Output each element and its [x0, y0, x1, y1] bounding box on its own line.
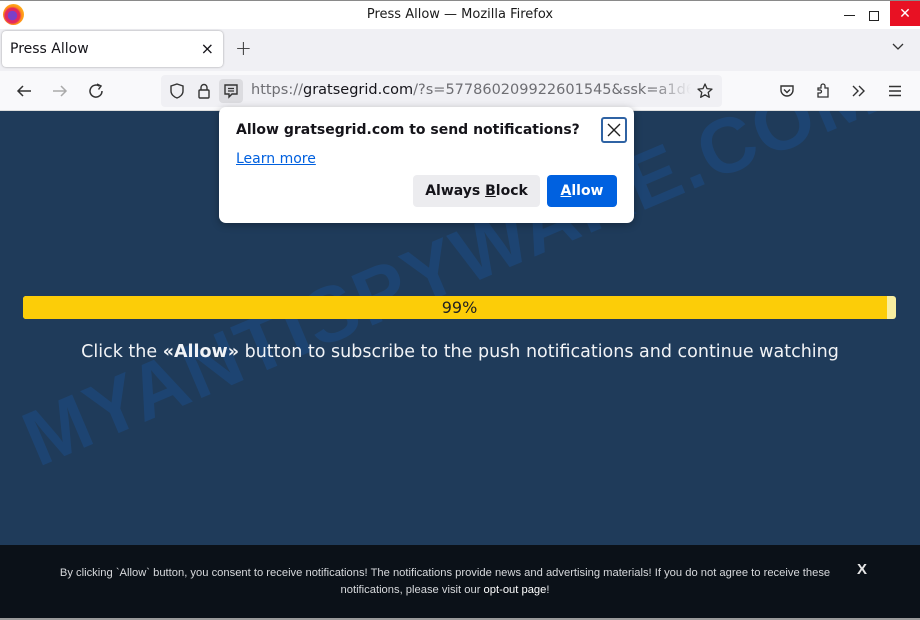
allow-accesskey: A	[560, 183, 572, 199]
maximize-icon	[869, 10, 879, 21]
bookmark-button[interactable]	[693, 79, 717, 103]
extensions-button[interactable]	[811, 79, 835, 103]
page-instruction-text: Click the «Allow» button to subscribe to…	[0, 342, 920, 362]
bookmark-star-icon	[697, 83, 713, 98]
consent-close-button[interactable]: X	[857, 561, 867, 578]
consent-message-end: !	[546, 584, 550, 596]
tracking-shield-icon	[170, 83, 184, 99]
url-bar[interactable]: https://gratsegrid.com/?s=57786020992260…	[161, 75, 722, 107]
tab-close-icon[interactable]: ×	[201, 39, 214, 58]
new-tab-button[interactable]: +	[235, 36, 252, 60]
back-button[interactable]	[12, 79, 36, 103]
message-after: button to subscribe to the push notifica…	[239, 342, 839, 362]
progress-bar: 99%	[23, 296, 896, 319]
reload-button[interactable]	[84, 79, 108, 103]
back-icon	[16, 85, 31, 97]
notification-permission-icon	[224, 84, 238, 99]
tab-press-allow[interactable]: Press Allow ×	[2, 31, 223, 67]
extensions-icon	[817, 83, 829, 98]
block-accesskey: B	[485, 183, 496, 199]
site-info-button[interactable]	[192, 79, 216, 103]
close-icon	[607, 123, 621, 137]
popup-title: Allow gratsegrid.com to send notificatio…	[236, 122, 580, 138]
overflow-menu-button[interactable]	[847, 79, 871, 103]
consent-message: By clicking `Allow` button, you consent …	[59, 567, 831, 596]
notification-permission-popup: Allow gratsegrid.com to send notificatio…	[219, 107, 634, 223]
lock-icon	[198, 83, 210, 99]
overflow-chevrons-icon	[852, 85, 865, 97]
url-path: /?s=577860209922601545&ssk=a1d64	[413, 82, 691, 98]
pocket-button[interactable]	[775, 79, 799, 103]
allow-label-suffix: llow	[571, 183, 604, 199]
block-label-suffix: lock	[495, 183, 528, 199]
allow-button[interactable]: Allow	[547, 175, 617, 207]
menu-icon	[889, 85, 901, 97]
navigation-toolbar: https://gratsegrid.com/?s=57786020992260…	[0, 71, 920, 111]
url-scheme: https://	[251, 82, 303, 98]
consent-text: By clicking `Allow` button, you consent …	[30, 565, 860, 599]
url-fade	[651, 75, 691, 107]
window-titlebar: Press Allow — Mozilla Firefox ✕	[0, 0, 920, 30]
tab-strip: Press Allow × +	[0, 29, 920, 71]
always-block-button[interactable]: Always Block	[413, 175, 540, 207]
message-allow-highlight: «Allow»	[162, 342, 240, 362]
opt-out-link[interactable]: opt-out page	[484, 584, 547, 596]
notification-permission-button[interactable]	[219, 79, 243, 103]
url-host: gratsegrid.com	[302, 82, 414, 98]
popup-close-button[interactable]	[601, 117, 627, 143]
list-all-tabs-icon[interactable]	[891, 39, 905, 53]
progress-label: 99%	[441, 298, 478, 317]
learn-more-link[interactable]: Learn more	[236, 151, 316, 167]
forward-icon	[53, 85, 68, 97]
message-before: Click the	[81, 342, 163, 362]
url-text[interactable]: https://gratsegrid.com/?s=57786020992260…	[251, 82, 691, 98]
forward-button[interactable]	[48, 79, 72, 103]
tab-label: Press Allow	[10, 41, 89, 57]
window-close-button[interactable]: ✕	[890, 1, 920, 26]
consent-banner: By clicking `Allow` button, you consent …	[0, 545, 920, 620]
close-icon: ✕	[899, 5, 911, 22]
block-label-prefix: Always	[425, 183, 486, 199]
pocket-icon	[780, 85, 794, 97]
tracking-protection-button[interactable]	[165, 79, 189, 103]
window-title: Press Allow — Mozilla Firefox	[366, 7, 554, 22]
reload-icon	[89, 83, 103, 98]
app-menu-button[interactable]	[883, 79, 907, 103]
